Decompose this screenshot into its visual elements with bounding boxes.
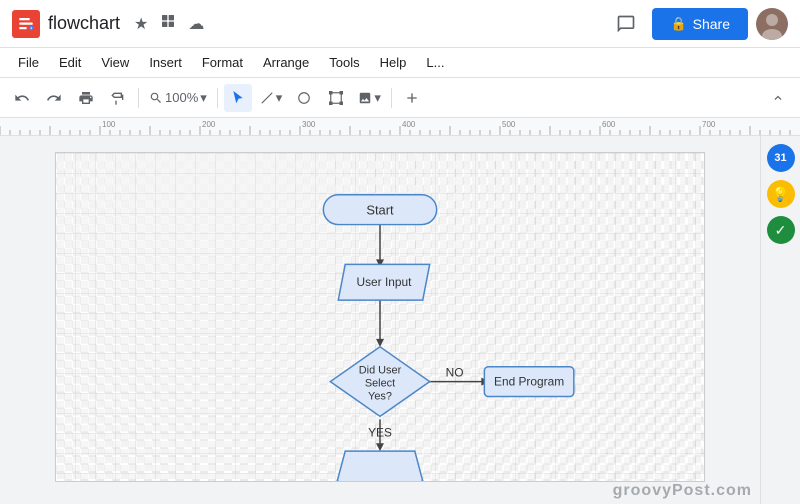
- menu-format[interactable]: Format: [192, 51, 253, 74]
- menu-insert[interactable]: Insert: [139, 51, 192, 74]
- calendar-label: 31: [774, 152, 786, 164]
- svg-text:Start: Start: [366, 203, 394, 218]
- zoom-arrow: ▾: [200, 90, 207, 106]
- svg-text:NO: NO: [446, 366, 464, 380]
- image-arrow: ▾: [374, 90, 381, 106]
- doc-area[interactable]: Start User Input Did User Select Yes? NO…: [55, 152, 705, 482]
- doc-title[interactable]: flowchart: [48, 13, 120, 34]
- toolbar-divider-1: [138, 88, 139, 108]
- zoom-dropdown[interactable]: 100% ▾: [145, 84, 211, 112]
- menu-tools[interactable]: Tools: [319, 51, 369, 74]
- app-icon: [12, 10, 40, 38]
- bulb-icon: 💡: [772, 186, 789, 203]
- cloud-icon: ☁: [188, 14, 204, 34]
- menu-view[interactable]: View: [91, 51, 139, 74]
- canvas-area: Start User Input Did User Select Yes? NO…: [0, 136, 800, 504]
- share-button[interactable]: 🔒 Share: [652, 8, 748, 40]
- check-sidebar-btn[interactable]: ✓: [767, 216, 795, 244]
- ruler: // Ruler ticks drawn inline 100200300400…: [0, 118, 800, 136]
- svg-text:End Program: End Program: [494, 375, 564, 389]
- menu-bar: File Edit View Insert Format Arrange Too…: [0, 48, 800, 78]
- menu-arrange[interactable]: Arrange: [253, 51, 319, 74]
- print-button[interactable]: [72, 84, 100, 112]
- menu-edit[interactable]: Edit: [49, 51, 91, 74]
- bulb-sidebar-btn[interactable]: 💡: [767, 180, 795, 208]
- user-avatar[interactable]: [756, 8, 788, 40]
- toolbar: 100% ▾ ▾ ▾: [0, 78, 800, 118]
- lock-icon: 🔒: [670, 16, 686, 32]
- image-tool-dropdown[interactable]: ▾: [354, 84, 385, 112]
- svg-text:User Input: User Input: [357, 275, 413, 289]
- drive-icon: [160, 13, 176, 34]
- share-label: Share: [693, 16, 730, 32]
- watermark: groovyPost.com: [613, 482, 752, 500]
- menu-file[interactable]: File: [8, 51, 49, 74]
- toolbar-divider-3: [391, 88, 392, 108]
- svg-text:400: 400: [402, 120, 416, 129]
- star-icon[interactable]: ★: [134, 14, 148, 34]
- menu-help[interactable]: Help: [370, 51, 417, 74]
- svg-text:700: 700: [702, 120, 716, 129]
- boundingbox-tool[interactable]: [322, 84, 350, 112]
- toolbar-collapse-button[interactable]: [764, 84, 792, 112]
- svg-text:500: 500: [502, 120, 516, 129]
- drawing-canvas[interactable]: Start User Input Did User Select Yes? NO…: [0, 136, 760, 504]
- svg-text:300: 300: [302, 120, 316, 129]
- check-icon: ✓: [775, 222, 787, 239]
- svg-text:YES: YES: [368, 425, 392, 439]
- menu-more[interactable]: L...: [416, 51, 454, 74]
- zoom-level: 100%: [165, 90, 198, 105]
- redo-button[interactable]: [40, 84, 68, 112]
- svg-text:Yes?: Yes?: [368, 390, 392, 402]
- toolbar-divider-2: [217, 88, 218, 108]
- svg-text:200: 200: [202, 120, 216, 129]
- paint-format-button[interactable]: [104, 84, 132, 112]
- svg-text:Did User: Did User: [359, 365, 402, 377]
- svg-text:Select: Select: [365, 378, 395, 390]
- add-button[interactable]: [398, 84, 426, 112]
- chat-button[interactable]: [608, 6, 644, 42]
- line-tool-dropdown[interactable]: ▾: [256, 84, 287, 112]
- right-sidebar: 31 💡 ✓: [760, 136, 800, 504]
- undo-button[interactable]: [8, 84, 36, 112]
- flowchart-diagram: Start User Input Did User Select Yes? NO…: [56, 153, 704, 481]
- select-tool[interactable]: [224, 84, 252, 112]
- svg-text:600: 600: [602, 120, 616, 129]
- title-bar: flowchart ★ ☁ 🔒 Share: [0, 0, 800, 48]
- svg-text:100: 100: [102, 120, 116, 129]
- shape-tool[interactable]: [290, 84, 318, 112]
- calendar-sidebar-btn[interactable]: 31: [767, 144, 795, 172]
- line-arrow: ▾: [276, 90, 283, 106]
